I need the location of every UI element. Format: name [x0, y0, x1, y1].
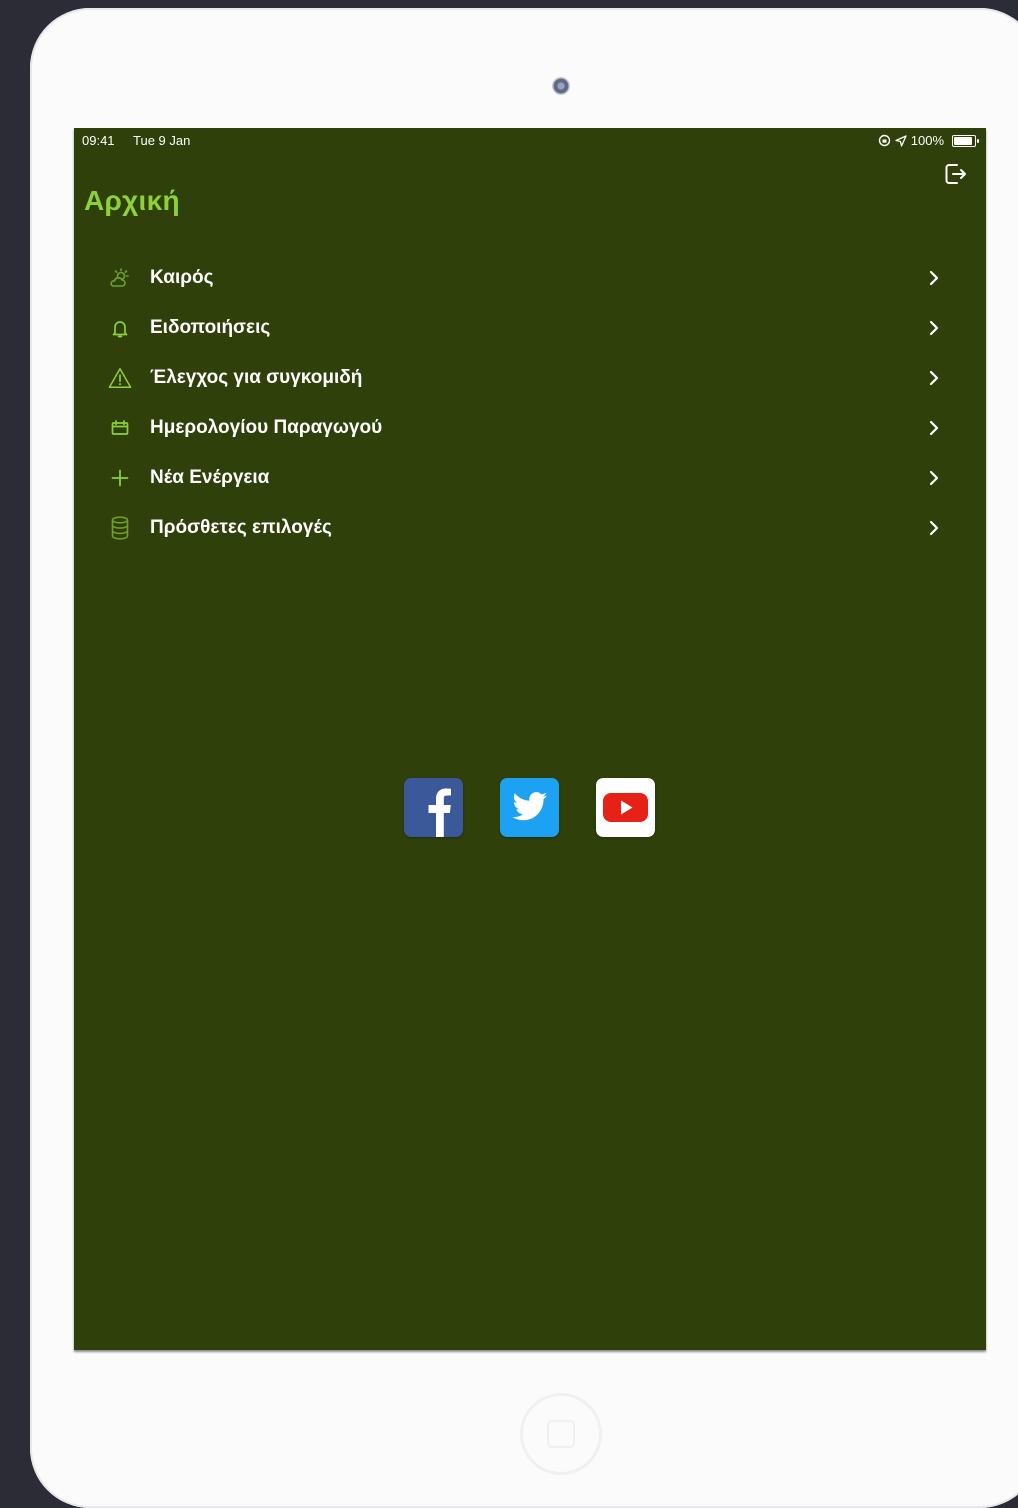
bell-icon	[108, 316, 132, 340]
camera-icon	[552, 77, 570, 95]
menu-item-label: Πρόσθετες επιλογές	[150, 517, 332, 538]
chevron-right-icon	[929, 270, 939, 286]
menu-item-weather[interactable]: Καιρός	[74, 253, 986, 303]
facebook-icon	[404, 778, 463, 837]
twitter-button[interactable]	[500, 778, 559, 837]
status-bar: 09:41 Tue 9 Jan 100%	[74, 128, 986, 154]
menu-item-producer-calendar[interactable]: Ημερολογίου Παραγωγού	[74, 403, 986, 453]
main-menu: Καιρός Ειδοποιήσεις Έλεγχος για συγκομιδ…	[74, 253, 986, 553]
logout-icon	[945, 164, 966, 184]
orientation-lock-icon	[878, 134, 890, 147]
menu-item-label: Έλεγχος για συγκομιδή	[150, 367, 363, 388]
warning-icon	[108, 366, 132, 390]
youtube-icon	[596, 778, 655, 837]
battery-icon	[952, 134, 979, 147]
status-time: 09:41	[82, 133, 115, 148]
battery-percent: 100%	[910, 133, 944, 148]
database-icon	[108, 516, 132, 540]
menu-item-label: Καιρός	[150, 267, 214, 288]
battery-fill	[954, 136, 972, 145]
chevron-right-icon	[929, 420, 939, 436]
home-square-icon	[547, 1420, 575, 1448]
menu-item-new-action[interactable]: Νέα Ενέργεια	[74, 453, 986, 503]
home-button[interactable]	[520, 1393, 602, 1475]
youtube-button[interactable]	[596, 778, 655, 837]
menu-item-notifications[interactable]: Ειδοποιήσεις	[74, 303, 986, 353]
menu-item-label: Νέα Ενέργεια	[150, 467, 270, 488]
menu-item-label: Ειδοποιήσεις	[150, 317, 271, 338]
menu-item-harvest-check[interactable]: Έλεγχος για συγκομιδή	[74, 353, 986, 403]
menu-item-label: Ημερολογίου Παραγωγού	[150, 417, 383, 438]
twitter-icon	[500, 778, 559, 837]
status-indicators: 100%	[878, 133, 979, 148]
chevron-right-icon	[929, 370, 939, 386]
location-icon	[895, 134, 907, 147]
page-title: Αρχική	[84, 185, 180, 216]
chevron-right-icon	[929, 320, 939, 336]
chevron-right-icon	[929, 520, 939, 536]
chevron-right-icon	[929, 470, 939, 486]
facebook-button[interactable]	[404, 778, 463, 837]
menu-item-additional-options[interactable]: Πρόσθετες επιλογές	[74, 503, 986, 553]
plus-icon	[108, 466, 132, 490]
calendar-icon	[108, 416, 132, 440]
weather-icon	[108, 266, 132, 290]
app-screen: 09:41 Tue 9 Jan 100% Αρχική Καιρός Ειδοπ…	[74, 128, 986, 1350]
logout-button[interactable]	[943, 161, 969, 187]
social-links	[404, 778, 655, 837]
status-date: Tue 9 Jan	[133, 133, 191, 148]
